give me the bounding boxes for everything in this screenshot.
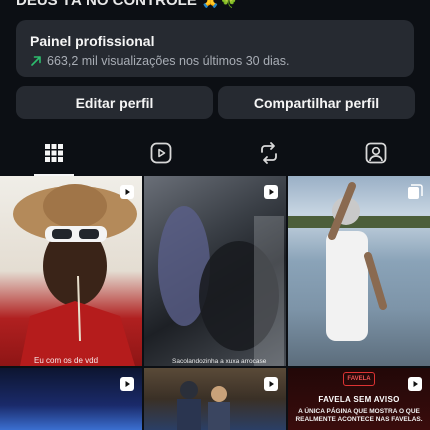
favela-logo: FAVELA (343, 372, 375, 386)
post-thumbnail[interactable]: FAVELA FAVELA SEM AVISO A ÚNICA PÁGINA Q… (288, 368, 430, 430)
trend-up-icon (31, 56, 41, 66)
post-thumbnail[interactable] (288, 176, 430, 366)
reel-icon (120, 185, 134, 199)
tab-tagged[interactable] (323, 130, 430, 176)
post-overlay-text: A ÚNICA PÁGINA QUE MOSTRA O QUE REALMENT… (295, 408, 423, 424)
post-caption: Sacolandozinha a xuxa arrocase (172, 358, 267, 365)
post-thumbnail[interactable] (0, 368, 142, 430)
post-overlay-title: FAVELA SEM AVISO (318, 395, 400, 404)
professional-panel-stats-row: 663,2 mil visualizações nos últimos 30 d… (30, 54, 400, 68)
grid-icon (44, 144, 63, 162)
reel-icon (408, 377, 422, 391)
tab-grid[interactable] (0, 130, 108, 176)
reel-icon (264, 185, 278, 199)
edit-profile-button[interactable]: Editar perfil (16, 86, 213, 119)
post-thumbnail[interactable]: Sacolandozinha a xuxa arrocase (144, 176, 286, 366)
bio-line: DEUS TÁ NO CONTROLE 🙏🍀 (16, 0, 239, 9)
professional-panel-title: Painel profissional (30, 33, 155, 49)
repost-icon (260, 142, 277, 164)
post-caption: Eu com os de vdd (34, 356, 99, 365)
reels-icon (150, 142, 172, 164)
share-profile-button[interactable]: Compartilhar perfil (218, 86, 415, 119)
tab-reposts[interactable] (215, 130, 323, 176)
tagged-person-icon (365, 142, 387, 164)
professional-panel-stats: 663,2 mil visualizações nos últimos 30 d… (47, 54, 290, 68)
man-by-lake-image (288, 182, 430, 341)
reel-icon (120, 377, 134, 391)
post-thumbnail[interactable] (144, 368, 286, 430)
profile-tabs (0, 130, 430, 176)
professional-panel[interactable]: Painel profissional 663,2 mil visualizaç… (16, 20, 414, 77)
man-with-hat-image (13, 184, 137, 366)
reel-icon (264, 377, 278, 391)
posts-grid: Eu com os de vdd Sacolandozinha a xuxa a… (0, 176, 430, 430)
carousel-icon (408, 184, 423, 199)
crowd-image (158, 206, 284, 366)
tab-reels[interactable] (108, 130, 216, 176)
post-thumbnail[interactable]: Eu com os de vdd (0, 176, 142, 366)
